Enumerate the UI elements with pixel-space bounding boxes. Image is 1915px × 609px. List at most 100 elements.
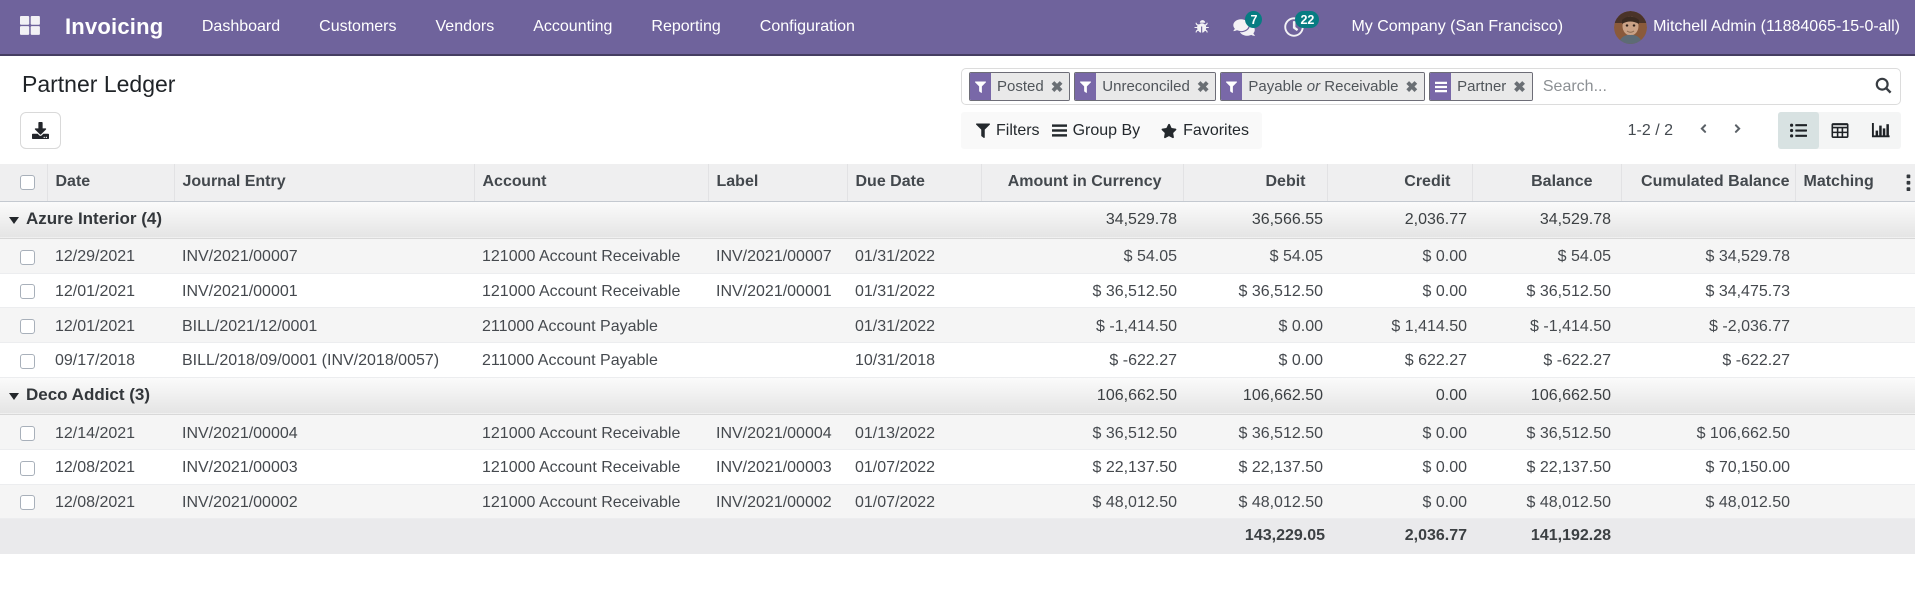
- table-row[interactable]: 12/01/2021 BILL/2021/12/0001 211000 Accoun…: [0, 307, 1915, 344]
- select-all-checkbox[interactable]: [20, 174, 35, 190]
- cell-amount-currency[interactable]: $ 54.05: [981, 238, 1183, 274]
- graph-view-button[interactable]: [1860, 112, 1901, 149]
- cell-date[interactable]: 12/08/2021: [47, 484, 174, 520]
- cell-due-date[interactable]: 01/07/2022: [847, 484, 981, 520]
- cell-amount-currency[interactable]: $ 22,137.50: [981, 449, 1183, 485]
- search-facet[interactable]: Posted ✖: [969, 72, 1071, 101]
- cell-date[interactable]: 12/14/2021: [47, 414, 174, 450]
- cell-label[interactable]: [708, 342, 847, 378]
- cell-balance[interactable]: $ 54.05: [1472, 238, 1621, 274]
- column-header-journal-entry[interactable]: Journal Entry: [173, 164, 474, 202]
- table-row[interactable]: 12/01/2021 INV/2021/00001 121000 Account R…: [0, 273, 1915, 309]
- nav-item-reporting[interactable]: Reporting: [632, 0, 740, 54]
- nav-item-dashboard[interactable]: Dashboard: [182, 0, 299, 54]
- column-header-credit[interactable]: Credit: [1326, 164, 1472, 202]
- cell-date[interactable]: 09/17/2018: [47, 342, 174, 378]
- cell-due-date[interactable]: 01/31/2022: [847, 273, 981, 309]
- cell-label[interactable]: INV/2021/00001: [708, 273, 847, 309]
- cell-matching[interactable]: [1795, 273, 1915, 309]
- company-switcher[interactable]: My Company (San Francisco): [1314, 0, 1590, 54]
- cell-balance[interactable]: $ -622.27: [1472, 342, 1621, 378]
- column-header-account[interactable]: Account: [473, 164, 708, 202]
- cell-credit[interactable]: $ 1,414.50: [1327, 307, 1472, 344]
- facet-remove-icon[interactable]: ✖: [1513, 78, 1526, 96]
- cell-debit[interactable]: $ 0.00: [1183, 342, 1327, 378]
- select-all-header[interactable]: [0, 164, 47, 202]
- column-header-due-date[interactable]: Due Date: [846, 164, 981, 202]
- cell-journal-entry[interactable]: BILL/2018/09/0001 (INV/2018/0057): [174, 342, 474, 378]
- cell-label[interactable]: [708, 307, 847, 344]
- cell-balance[interactable]: $ 36,512.50: [1472, 414, 1621, 450]
- cell-account[interactable]: 211000 Account Payable: [474, 307, 708, 344]
- cell-account[interactable]: 121000 Account Receivable: [474, 484, 708, 520]
- cell-label[interactable]: INV/2021/00007: [708, 238, 847, 274]
- search-bar[interactable]: Posted ✖ Unreconciled ✖ Payable or Receivabl…: [961, 68, 1901, 105]
- cell-matching[interactable]: [1795, 449, 1915, 485]
- nav-item-accounting[interactable]: Accounting: [514, 0, 632, 54]
- group-row[interactable]: Deco Addict (3) 106,662.50 106,662.50 0.00 1…: [0, 377, 1915, 416]
- cell-debit[interactable]: $ 36,512.50: [1183, 273, 1327, 309]
- facet-remove-icon[interactable]: ✖: [1406, 78, 1419, 96]
- nav-item-configuration[interactable]: Configuration: [740, 0, 874, 54]
- cell-debit[interactable]: $ 0.00: [1183, 307, 1327, 344]
- row-checkbox[interactable]: [20, 425, 35, 441]
- filters-button[interactable]: Filters: [976, 122, 1040, 140]
- cell-matching[interactable]: [1795, 238, 1915, 274]
- cell-balance[interactable]: $ 36,512.50: [1472, 273, 1621, 309]
- cell-matching[interactable]: [1795, 484, 1915, 520]
- row-checkbox[interactable]: [20, 284, 35, 300]
- search-facet[interactable]: Payable or Receivable ✖: [1220, 72, 1426, 101]
- cell-debit[interactable]: $ 36,512.50: [1183, 414, 1327, 450]
- row-checkbox[interactable]: [20, 353, 35, 369]
- cell-cumulated-balance[interactable]: $ 34,475.73: [1621, 273, 1795, 309]
- cell-account[interactable]: 121000 Account Receivable: [474, 238, 708, 274]
- cell-due-date[interactable]: 10/31/2018: [847, 342, 981, 378]
- cell-amount-currency[interactable]: $ 36,512.50: [981, 273, 1183, 309]
- cell-due-date[interactable]: 01/31/2022: [847, 307, 981, 344]
- cell-date[interactable]: 12/01/2021: [47, 307, 174, 344]
- optional-columns-icon[interactable]: [1906, 174, 1911, 197]
- cell-credit[interactable]: $ 0.00: [1327, 238, 1472, 274]
- user-menu[interactable]: Mitchell Admin (11884065-15-0-all): [1590, 10, 1915, 44]
- cell-amount-currency[interactable]: $ 48,012.50: [981, 484, 1183, 520]
- cell-due-date[interactable]: 01/13/2022: [847, 414, 981, 450]
- table-row[interactable]: 12/14/2021 INV/2021/00004 121000 Account R…: [0, 414, 1915, 450]
- cell-credit[interactable]: $ 0.00: [1327, 414, 1472, 450]
- facet-remove-icon[interactable]: ✖: [1051, 78, 1064, 96]
- cell-journal-entry[interactable]: INV/2021/00001: [174, 273, 474, 309]
- search-input[interactable]: [1532, 77, 1875, 96]
- search-facet[interactable]: Partner ✖: [1429, 72, 1533, 101]
- cell-credit[interactable]: $ 0.00: [1327, 449, 1472, 485]
- cell-date[interactable]: 12/29/2021: [47, 238, 174, 274]
- cell-amount-currency[interactable]: $ -1,414.50: [981, 307, 1183, 344]
- cell-cumulated-balance[interactable]: $ 48,012.50: [1621, 484, 1795, 520]
- cell-date[interactable]: 12/08/2021: [47, 449, 174, 485]
- cell-matching[interactable]: [1795, 307, 1915, 344]
- cell-credit[interactable]: $ 622.27: [1327, 342, 1472, 378]
- cell-due-date[interactable]: 01/07/2022: [847, 449, 981, 485]
- cell-account[interactable]: 121000 Account Receivable: [474, 273, 708, 309]
- search-facet[interactable]: Unreconciled ✖: [1074, 72, 1217, 101]
- cell-journal-entry[interactable]: INV/2021/00004: [174, 414, 474, 450]
- group-by-button[interactable]: Group By: [1051, 122, 1140, 140]
- cell-label[interactable]: INV/2021/00004: [708, 414, 847, 450]
- cell-journal-entry[interactable]: INV/2021/00007: [174, 238, 474, 274]
- table-row[interactable]: 12/29/2021 INV/2021/00007 121000 Account R…: [0, 238, 1915, 274]
- cell-debit[interactable]: $ 54.05: [1183, 238, 1327, 274]
- pager-next-button[interactable]: [1733, 124, 1742, 140]
- column-header-cumulated-balance[interactable]: Cumulated Balance: [1620, 164, 1795, 202]
- cell-date[interactable]: 12/01/2021: [47, 273, 174, 309]
- cell-label[interactable]: INV/2021/00002: [708, 484, 847, 520]
- pager-previous-button[interactable]: [1699, 124, 1708, 140]
- cell-credit[interactable]: $ 0.00: [1327, 484, 1472, 520]
- cell-cumulated-balance[interactable]: $ -622.27: [1621, 342, 1795, 378]
- cell-label[interactable]: INV/2021/00003: [708, 449, 847, 485]
- cell-cumulated-balance[interactable]: $ -2,036.77: [1621, 307, 1795, 344]
- row-checkbox[interactable]: [20, 249, 35, 265]
- column-header-matching[interactable]: Matching: [1794, 164, 1915, 202]
- export-button[interactable]: [20, 112, 61, 149]
- table-row[interactable]: 12/08/2021 INV/2021/00002 121000 Account R…: [0, 484, 1915, 520]
- favorites-button[interactable]: Favorites: [1161, 122, 1249, 140]
- search-icon[interactable]: [1875, 77, 1892, 99]
- pivot-view-button[interactable]: [1819, 112, 1860, 149]
